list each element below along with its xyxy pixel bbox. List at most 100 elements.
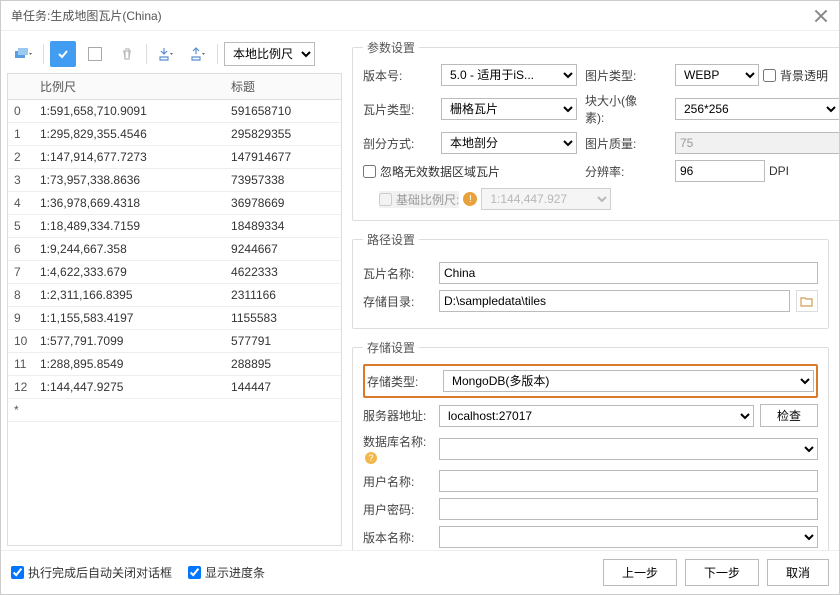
cancel-button[interactable]: 取消 <box>767 559 829 586</box>
imgtype-select[interactable]: WEBP <box>675 64 759 86</box>
cell-scale[interactable]: 1:2,311,166.8395 <box>34 284 225 307</box>
cell-scale[interactable]: 1:295,829,355.4546 <box>34 123 225 146</box>
cell-title[interactable]: 288895 <box>225 353 341 376</box>
left-panel: 本地比例尺 比例尺 标题 01:591,658,710.909159165871… <box>1 31 346 550</box>
close-button[interactable] <box>813 8 829 24</box>
import-button[interactable] <box>153 41 179 67</box>
empty-box-icon <box>88 47 102 61</box>
titlebar: 单任务:生成地图瓦片(China) <box>1 1 839 31</box>
table-row[interactable]: 51:18,489,334.715918489334 <box>8 215 341 238</box>
next-button[interactable]: 下一步 <box>685 559 759 586</box>
cell-title[interactable]: 9244667 <box>225 238 341 261</box>
cell-scale[interactable]: 1:9,244,667.358 <box>34 238 225 261</box>
server-select[interactable]: localhost:27017 <box>439 405 754 427</box>
browse-button[interactable] <box>796 290 818 312</box>
deselect-all-button[interactable] <box>82 41 108 67</box>
user-input[interactable] <box>439 470 818 492</box>
table-row[interactable]: 71:4,622,333.6794622333 <box>8 261 341 284</box>
storagetype-select[interactable]: MongoDB(多版本) <box>443 370 814 392</box>
table-row[interactable]: 101:577,791.7099577791 <box>8 330 341 353</box>
cell-index: 4 <box>8 192 34 215</box>
cell-scale[interactable]: 1:147,914,677.7273 <box>34 146 225 169</box>
warning-icon: ! <box>463 192 477 206</box>
cell-scale[interactable]: 1:288,895.8549 <box>34 353 225 376</box>
cell-title[interactable]: 2311166 <box>225 284 341 307</box>
user-label: 用户名称: <box>363 473 433 490</box>
table-row[interactable]: 21:147,914,677.7273147914677 <box>8 146 341 169</box>
autoclose-checkbox[interactable]: 执行完成后自动关闭对话框 <box>11 564 172 581</box>
pwd-label: 用户密码: <box>363 501 433 518</box>
cell-title[interactable] <box>225 399 341 422</box>
cell-scale[interactable]: 1:4,622,333.679 <box>34 261 225 284</box>
vername-label: 版本名称: <box>363 529 433 546</box>
progress-checkbox[interactable]: 显示进度条 <box>188 564 265 581</box>
version-label: 版本号: <box>363 67 433 84</box>
dir-input[interactable] <box>439 290 790 312</box>
cell-scale[interactable]: 1:36,978,669.4318 <box>34 192 225 215</box>
cell-scale[interactable]: 1:18,489,334.7159 <box>34 215 225 238</box>
cell-index: 12 <box>8 376 34 399</box>
scale-source-select[interactable]: 本地比例尺 <box>224 42 315 66</box>
tilename-input[interactable] <box>439 262 818 284</box>
res-input[interactable] <box>675 160 765 182</box>
select-all-button[interactable] <box>50 41 76 67</box>
check-button[interactable]: 检查 <box>760 404 818 427</box>
transparent-checkbox[interactable]: 背景透明 <box>763 67 828 84</box>
layer-dropdown-button[interactable] <box>11 41 37 67</box>
delete-button[interactable] <box>114 41 140 67</box>
cell-title[interactable]: 147914677 <box>225 146 341 169</box>
basescale-input <box>379 193 392 206</box>
ignore-checkbox[interactable]: 忽略无效数据区域瓦片 <box>363 163 500 180</box>
prev-button[interactable]: 上一步 <box>603 559 677 586</box>
cell-title[interactable]: 591658710 <box>225 100 341 123</box>
cell-title[interactable]: 36978669 <box>225 192 341 215</box>
split-select[interactable]: 本地剖分 <box>441 132 577 154</box>
table-row[interactable]: 111:288,895.8549288895 <box>8 353 341 376</box>
cell-title[interactable]: 18489334 <box>225 215 341 238</box>
table-row[interactable]: 121:144,447.9275144447 <box>8 376 341 399</box>
help-icon[interactable]: ? <box>365 452 377 464</box>
cell-scale[interactable]: 1:591,658,710.9091 <box>34 100 225 123</box>
autoclose-input[interactable] <box>11 566 24 579</box>
db-label: 数据库名称:? <box>363 433 433 464</box>
export-button[interactable] <box>185 41 211 67</box>
cell-scale[interactable]: 1:144,447.9275 <box>34 376 225 399</box>
cell-scale[interactable]: 1:577,791.7099 <box>34 330 225 353</box>
version-select[interactable]: 5.0 - 适用于iS... <box>441 64 577 86</box>
table-row[interactable]: 91:1,155,583.41971155583 <box>8 307 341 330</box>
transparent-input[interactable] <box>763 69 776 82</box>
basescale-select: 1:144,447.927 <box>481 188 611 210</box>
storage-group: 存储设置 存储类型: MongoDB(多版本) 服务器地址: localhost… <box>352 339 829 550</box>
cell-title[interactable]: 1155583 <box>225 307 341 330</box>
table-row[interactable]: 11:295,829,355.4546295829355 <box>8 123 341 146</box>
params-group: 参数设置 版本号: 5.0 - 适用于iS... 图片类型: WEBP 背景透明… <box>352 39 839 221</box>
tiletype-select[interactable]: 栅格瓦片 <box>441 98 577 120</box>
cell-title[interactable]: 4622333 <box>225 261 341 284</box>
separator <box>146 44 147 64</box>
cell-title[interactable]: 73957338 <box>225 169 341 192</box>
table-row[interactable]: 61:9,244,667.3589244667 <box>8 238 341 261</box>
col-scale[interactable]: 比例尺 <box>34 74 225 100</box>
cell-scale[interactable] <box>34 399 225 422</box>
ignore-input[interactable] <box>363 165 376 178</box>
cell-scale[interactable]: 1:1,155,583.4197 <box>34 307 225 330</box>
cell-title[interactable]: 144447 <box>225 376 341 399</box>
db-select[interactable] <box>439 438 818 460</box>
col-index[interactable] <box>8 74 34 100</box>
table-row[interactable]: 81:2,311,166.83952311166 <box>8 284 341 307</box>
table-row[interactable]: * <box>8 399 341 422</box>
col-title[interactable]: 标题 <box>225 74 341 100</box>
progress-input[interactable] <box>188 566 201 579</box>
right-panel: 参数设置 版本号: 5.0 - 适用于iS... 图片类型: WEBP 背景透明… <box>346 31 839 550</box>
cell-scale[interactable]: 1:73,957,338.8636 <box>34 169 225 192</box>
cell-title[interactable]: 295829355 <box>225 123 341 146</box>
cell-title[interactable]: 577791 <box>225 330 341 353</box>
cell-index: 5 <box>8 215 34 238</box>
table-row[interactable]: 31:73,957,338.863673957338 <box>8 169 341 192</box>
table-row[interactable]: 41:36,978,669.431836978669 <box>8 192 341 215</box>
pwd-input[interactable] <box>439 498 818 520</box>
vername-select[interactable] <box>439 526 818 548</box>
blocksize-select[interactable]: 256*256 <box>675 98 839 120</box>
table-row[interactable]: 01:591,658,710.9091591658710 <box>8 100 341 123</box>
imgtype-label: 图片类型: <box>585 67 655 84</box>
